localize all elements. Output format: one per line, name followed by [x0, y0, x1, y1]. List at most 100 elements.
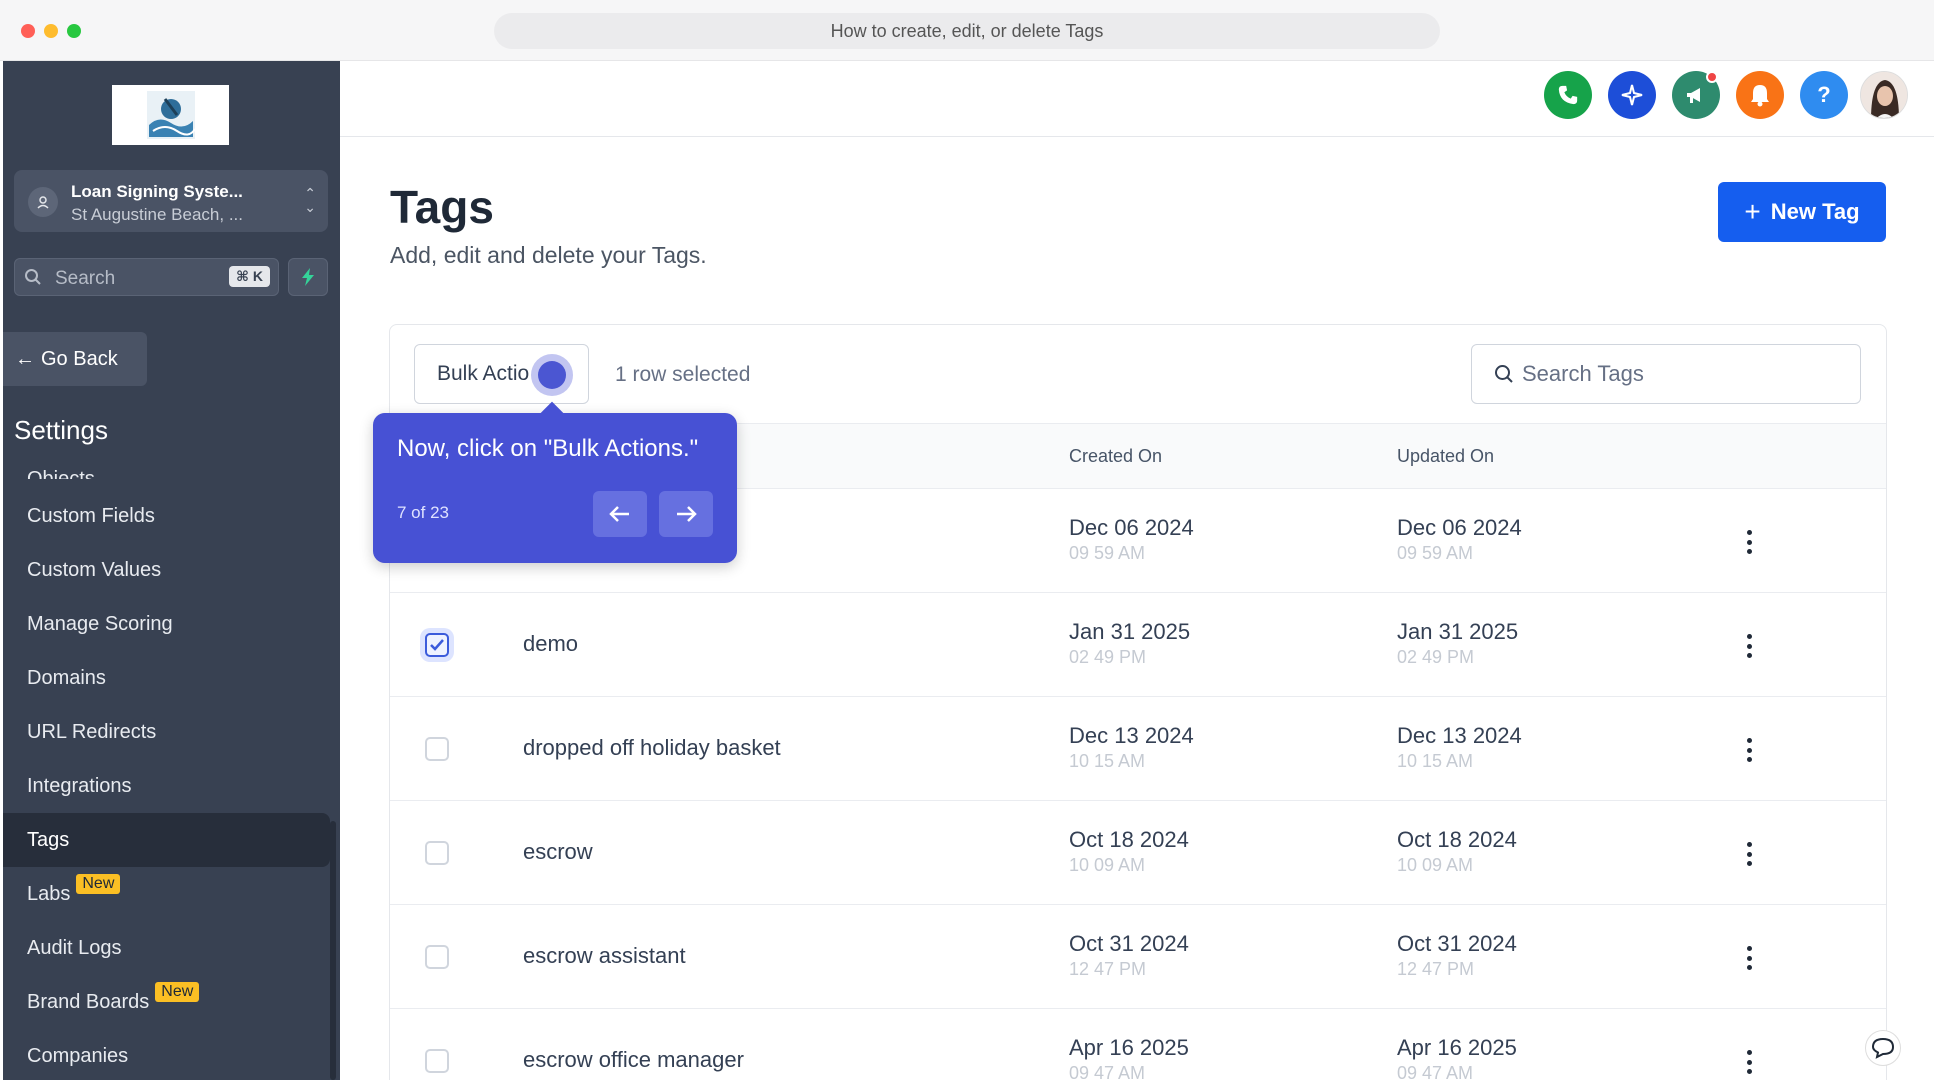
column-header-created-on[interactable]: Created On — [1069, 446, 1162, 467]
minimize-window-button[interactable] — [44, 24, 58, 38]
sidebar-item-label: Audit Logs — [27, 936, 122, 959]
sidebar-search-placeholder: Search — [55, 268, 116, 289]
row-more-options-icon[interactable] — [1739, 631, 1759, 661]
new-tag-button[interactable]: + New Tag — [1718, 182, 1886, 242]
row-more-options-icon[interactable] — [1739, 735, 1759, 765]
column-header-updated-on[interactable]: Updated On — [1397, 446, 1494, 467]
sidebar-item-custom-fields[interactable]: Custom Fields — [3, 489, 330, 543]
sidebar-item-label: URL Redirects — [27, 720, 157, 743]
bulk-actions-label: Bulk Actio — [437, 362, 530, 385]
check-icon — [430, 639, 444, 651]
chat-support-button[interactable] — [1865, 1030, 1901, 1066]
tag-name: escrow office manager — [523, 1047, 744, 1072]
location-icon — [28, 187, 58, 217]
sidebar-item-brand-boards[interactable]: Brand Boards New — [3, 975, 330, 1029]
sidebar-item-label: Labs — [27, 882, 71, 905]
arrow-left-icon — [609, 506, 629, 522]
account-name: Loan Signing Syste... — [71, 182, 243, 201]
table-row[interactable]: escrow Oct 18 2024 10 09 AM Oct 18 2024 … — [390, 801, 1886, 905]
help-button[interactable]: ? — [1800, 71, 1848, 119]
created-time: 10 15 AM — [1069, 751, 1146, 771]
row-more-options-icon[interactable] — [1739, 527, 1759, 557]
sidebar-scrollbar[interactable] — [330, 821, 336, 1080]
sidebar-item-tags[interactable]: Tags — [3, 813, 330, 867]
chat-bubble-icon — [1871, 1037, 1895, 1059]
row-checkbox[interactable] — [425, 841, 449, 865]
tag-name: escrow assistant — [523, 943, 686, 968]
row-checkbox[interactable] — [425, 1049, 449, 1073]
sidebar: Loan Signing Syste... St Augustine Beach… — [3, 61, 340, 1080]
guide-hotspot[interactable] — [531, 354, 573, 396]
top-header: ? — [340, 61, 1934, 137]
tooltip-previous-button[interactable] — [593, 491, 647, 537]
sidebar-item-domains[interactable]: Domains — [3, 651, 330, 705]
page-title: Tags — [390, 181, 494, 233]
sidebar-item-label: Companies — [27, 1044, 129, 1067]
announcements-button[interactable] — [1672, 71, 1720, 119]
search-icon — [25, 269, 41, 285]
company-logo[interactable] — [112, 85, 229, 145]
tooltip-text: Now, click on "Bulk Actions." — [397, 435, 699, 462]
go-back-button[interactable]: ← Go Back — [3, 332, 147, 386]
sidebar-item-label: Integrations — [27, 774, 132, 797]
created-date: Oct 18 2024 — [1069, 827, 1189, 852]
sidebar-item-labs[interactable]: Labs New — [3, 867, 330, 921]
created-time: 12 47 PM — [1069, 959, 1147, 979]
window-titlebar: How to create, edit, or delete Tags — [0, 0, 1934, 61]
search-tags-placeholder: Search Tags — [1522, 361, 1644, 386]
account-switcher[interactable]: Loan Signing Syste... St Augustine Beach… — [14, 170, 328, 232]
new-tag-label: New Tag — [1770, 199, 1860, 224]
sidebar-item-audit-logs[interactable]: Audit Logs — [3, 921, 330, 975]
tooltip-next-button[interactable] — [659, 491, 713, 537]
user-avatar[interactable] — [1860, 71, 1908, 119]
lightning-icon — [302, 268, 314, 286]
sidebar-item-custom-values[interactable]: Custom Values — [3, 543, 330, 597]
tag-name: demo — [523, 631, 579, 656]
search-tags-input[interactable]: Search Tags — [1471, 344, 1861, 404]
row-checkbox[interactable] — [425, 633, 449, 657]
sparkle-icon — [1621, 84, 1643, 106]
table-row[interactable]: demo Jan 31 2025 02 49 PM Jan 31 2025 02… — [390, 593, 1886, 697]
close-window-button[interactable] — [21, 24, 35, 38]
updated-date: Apr 16 2025 — [1397, 1035, 1517, 1060]
new-badge: New — [76, 874, 121, 894]
row-checkbox[interactable] — [425, 737, 449, 761]
window-title: How to create, edit, or delete Tags — [494, 13, 1440, 49]
arrow-left-icon: ← — [15, 347, 35, 370]
phone-button[interactable] — [1544, 71, 1592, 119]
logo-icon — [146, 91, 196, 139]
row-more-options-icon[interactable] — [1739, 839, 1759, 869]
sidebar-item-url-redirects[interactable]: URL Redirects — [3, 705, 330, 759]
plus-icon: + — [1744, 196, 1761, 227]
created-time: 09 59 AM — [1069, 543, 1146, 563]
go-back-label: Go Back — [41, 347, 118, 370]
created-date: Apr 16 2025 — [1069, 1035, 1189, 1060]
sidebar-item-label: Objects — [27, 468, 95, 479]
notifications-button[interactable] — [1736, 71, 1784, 119]
table-row[interactable]: dropped off holiday basket Dec 13 2024 1… — [390, 697, 1886, 801]
table-row[interactable]: escrow office manager Apr 16 2025 09 47 … — [390, 1009, 1886, 1080]
ai-assistant-button[interactable] — [1608, 71, 1656, 119]
quick-action-button[interactable] — [288, 258, 328, 296]
sidebar-item-objects[interactable]: Objects — [3, 455, 330, 479]
updated-date: Dec 06 2024 — [1397, 515, 1522, 540]
created-time: 10 09 AM — [1069, 855, 1146, 875]
row-more-options-icon[interactable] — [1739, 943, 1759, 973]
sidebar-search-input[interactable]: Search ⌘ K — [14, 258, 279, 296]
updated-time: 02 49 PM — [1397, 647, 1475, 667]
updated-date: Dec 13 2024 — [1397, 723, 1522, 748]
table-row[interactable]: escrow assistant Oct 31 2024 12 47 PM Oc… — [390, 905, 1886, 1009]
tag-name: escrow — [523, 839, 593, 864]
row-more-options-icon[interactable] — [1739, 1047, 1759, 1077]
guide-tooltip: Now, click on "Bulk Actions." 7 of 23 — [373, 401, 737, 563]
megaphone-icon — [1687, 88, 1700, 103]
sidebar-item-manage-scoring[interactable]: Manage Scoring — [3, 597, 330, 651]
maximize-window-button[interactable] — [67, 24, 81, 38]
updated-date: Jan 31 2025 — [1397, 619, 1519, 644]
updated-date: Oct 18 2024 — [1397, 827, 1517, 852]
search-shortcut-badge: ⌘ K — [229, 266, 270, 287]
sidebar-item-integrations[interactable]: Integrations — [3, 759, 330, 813]
row-checkbox[interactable] — [425, 945, 449, 969]
sidebar-item-companies[interactable]: Companies — [3, 1029, 330, 1080]
tooltip-step-counter: 7 of 23 — [397, 503, 449, 522]
